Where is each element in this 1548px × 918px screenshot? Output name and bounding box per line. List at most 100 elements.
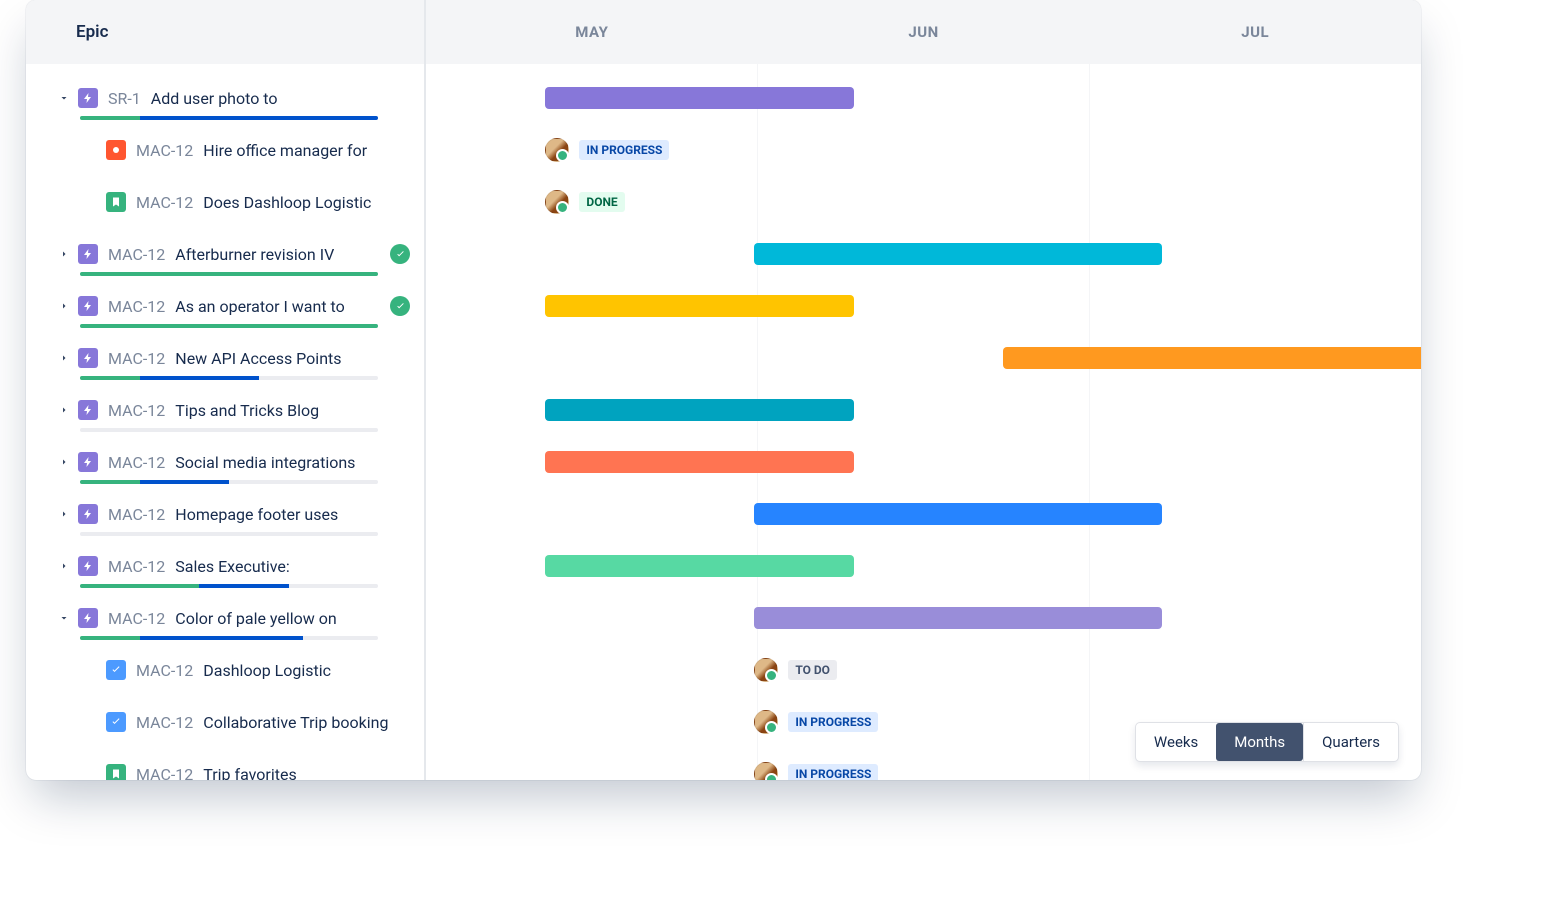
chevron-right-icon[interactable]	[54, 400, 74, 420]
epic-row[interactable]: SR-1 Add user photo to	[26, 72, 424, 124]
progress-bar	[80, 324, 378, 328]
issue-key[interactable]: MAC-12	[136, 193, 193, 212]
timeline-chart: IN PROGRESSDONETO DOIN PROGRESSIN PROGRE…	[426, 64, 1421, 780]
issue-key[interactable]: MAC-12	[136, 141, 193, 160]
epic-row[interactable]: MAC-12 Social media integrations	[26, 436, 424, 488]
issue-key[interactable]: MAC-12	[108, 505, 165, 524]
zoom-months[interactable]: Months	[1216, 723, 1303, 761]
issue-title[interactable]: Trip favorites	[203, 765, 296, 781]
epic-label: Epic	[76, 22, 108, 42]
issue-title[interactable]: Sales Executive:	[175, 557, 290, 576]
issue-title[interactable]: Color of pale yellow on	[175, 609, 336, 628]
chevron-right-icon[interactable]	[54, 244, 74, 264]
issue-title[interactable]: Afterburner revision IV	[175, 245, 334, 264]
chevron-right-icon[interactable]	[54, 348, 74, 368]
timeline-bar[interactable]	[545, 555, 853, 577]
epic-row[interactable]: MAC-12 Homepage footer uses	[26, 488, 424, 540]
issue-key[interactable]: MAC-12	[108, 245, 165, 264]
issue-title[interactable]: Homepage footer uses	[175, 505, 338, 524]
progress-bar	[80, 480, 378, 484]
epic-row[interactable]: MAC-12 Tips and Tricks Blog	[26, 384, 424, 436]
issue-row[interactable]: MAC-12 Trip favorites	[26, 748, 424, 780]
issue-key[interactable]: MAC-12	[136, 713, 193, 732]
task-icon	[106, 712, 126, 732]
timeline-bar[interactable]	[754, 607, 1162, 629]
timeline-bar[interactable]	[1003, 347, 1421, 369]
status-badge: IN PROGRESS	[579, 140, 669, 160]
issue-status-row: IN PROGRESS	[754, 711, 878, 733]
issue-key[interactable]: MAC-12	[108, 609, 165, 628]
issue-title[interactable]: Tips and Tricks Blog	[175, 401, 319, 420]
zoom-selector: Weeks Months Quarters	[1135, 722, 1399, 762]
month-label: JUL	[1089, 0, 1421, 64]
task-icon	[106, 660, 126, 680]
timeline-bar[interactable]	[754, 243, 1162, 265]
issue-key[interactable]: SR-1	[108, 89, 141, 108]
epic-row[interactable]: MAC-12 Afterburner revision IV	[26, 228, 424, 280]
issue-status-row: IN PROGRESS	[545, 139, 669, 161]
timeline-panel[interactable]: MAYJUNJUL IN PROGRESSDONETO DOIN PROGRES…	[426, 0, 1421, 780]
timeline-bar[interactable]	[545, 399, 853, 421]
epic-row[interactable]: MAC-12 Color of pale yellow on	[26, 592, 424, 644]
avatar[interactable]	[754, 762, 778, 780]
timeline-bar[interactable]	[545, 87, 853, 109]
issue-title[interactable]: Dashloop Logistic	[203, 661, 331, 680]
epic-icon	[78, 608, 98, 628]
progress-bar	[80, 428, 378, 432]
chevron-right-icon[interactable]	[54, 452, 74, 472]
issue-row[interactable]: MAC-12 Does Dashloop Logistic	[26, 176, 424, 228]
issue-row[interactable]: MAC-12 Hire office manager for	[26, 124, 424, 176]
epic-row[interactable]: MAC-12 Sales Executive:	[26, 540, 424, 592]
issue-key[interactable]: MAC-12	[136, 661, 193, 680]
roadmap-board: Epic SR-1 Add user photo to MAC-12 Hire off…	[26, 0, 1421, 780]
chevron-down-icon[interactable]	[54, 88, 74, 108]
avatar[interactable]	[754, 710, 778, 734]
issue-key[interactable]: MAC-12	[108, 349, 165, 368]
issue-row[interactable]: MAC-12 Dashloop Logistic	[26, 644, 424, 696]
issue-key[interactable]: MAC-12	[136, 765, 193, 781]
issue-key[interactable]: MAC-12	[108, 557, 165, 576]
issue-title[interactable]: Does Dashloop Logistic	[203, 193, 371, 212]
timeline-bar[interactable]	[545, 295, 853, 317]
issue-title[interactable]: Hire office manager for	[203, 141, 367, 160]
issue-title[interactable]: Add user photo to	[151, 89, 278, 108]
timeline-header: MAYJUNJUL	[426, 0, 1421, 64]
chevron-right-icon[interactable]	[54, 556, 74, 576]
issue-title[interactable]: Social media integrations	[175, 453, 355, 472]
month-label: MAY	[426, 0, 758, 64]
story-icon	[106, 764, 126, 780]
bug-icon	[106, 140, 126, 160]
zoom-weeks[interactable]: Weeks	[1136, 723, 1216, 761]
issue-key[interactable]: MAC-12	[108, 401, 165, 420]
story-icon	[106, 192, 126, 212]
issue-title[interactable]: New API Access Points	[175, 349, 341, 368]
issue-row[interactable]: MAC-12 Collaborative Trip booking	[26, 696, 424, 748]
chevron-right-icon[interactable]	[54, 504, 74, 524]
timeline-bar[interactable]	[754, 503, 1162, 525]
chevron-down-icon[interactable]	[54, 608, 74, 628]
epic-icon	[78, 348, 98, 368]
done-badge	[390, 244, 410, 264]
avatar[interactable]	[754, 658, 778, 682]
chevron-right-icon[interactable]	[54, 296, 74, 316]
status-badge: TO DO	[788, 660, 837, 680]
epic-icon	[78, 296, 98, 316]
avatar[interactable]	[545, 190, 569, 214]
status-badge: IN PROGRESS	[788, 712, 878, 732]
progress-bar	[80, 584, 378, 588]
progress-bar	[80, 376, 378, 380]
progress-bar	[80, 272, 378, 276]
epic-icon	[78, 88, 98, 108]
issue-key[interactable]: MAC-12	[108, 453, 165, 472]
issue-status-row: IN PROGRESS	[754, 763, 878, 780]
epic-icon	[78, 244, 98, 264]
progress-bar	[80, 636, 378, 640]
issue-title[interactable]: As an operator I want to	[175, 297, 344, 316]
epic-row[interactable]: MAC-12 New API Access Points	[26, 332, 424, 384]
zoom-quarters[interactable]: Quarters	[1303, 723, 1398, 761]
issue-title[interactable]: Collaborative Trip booking	[203, 713, 388, 732]
avatar[interactable]	[545, 138, 569, 162]
timeline-bar[interactable]	[545, 451, 853, 473]
issue-key[interactable]: MAC-12	[108, 297, 165, 316]
epic-row[interactable]: MAC-12 As an operator I want to	[26, 280, 424, 332]
